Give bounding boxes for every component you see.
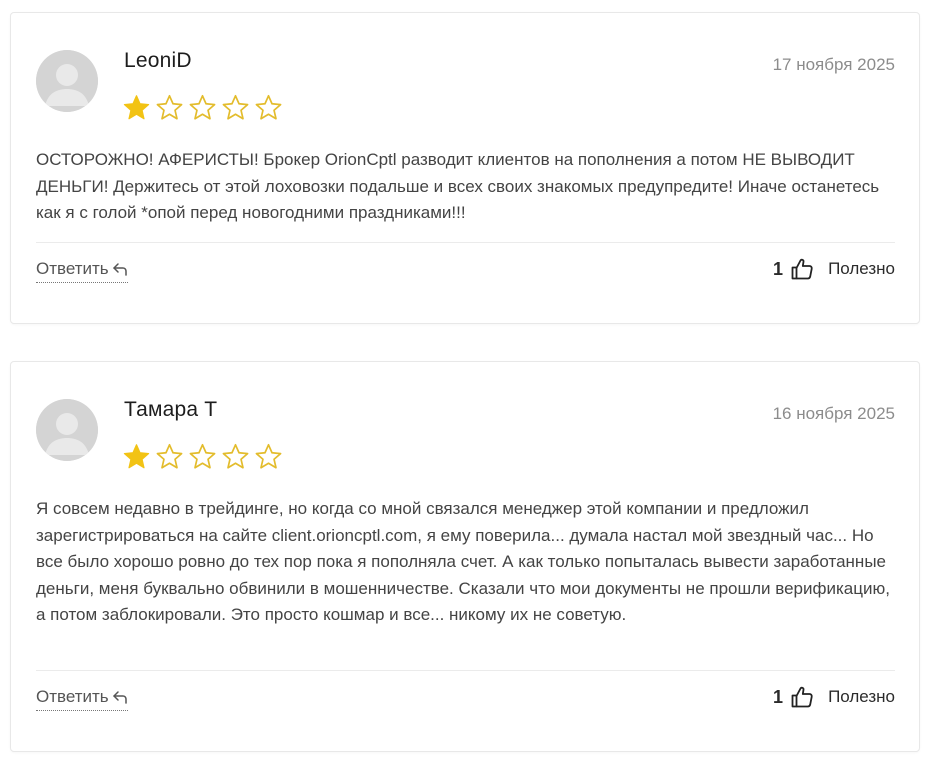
helpful-button[interactable]: Полезно	[828, 259, 895, 279]
star-empty-icon	[255, 94, 282, 120]
reply-label: Ответить	[36, 259, 109, 278]
review-text: ОСТОРОЖНО! АФЕРИСТЫ! Брокер OrionCptl ра…	[36, 150, 880, 222]
thumbs-up-icon[interactable]	[790, 257, 814, 281]
divider	[36, 242, 895, 243]
review-author: LeoniD	[124, 49, 192, 72]
star-filled-icon	[123, 444, 150, 469]
user-placeholder-icon	[36, 399, 98, 461]
avatar	[36, 399, 98, 461]
review-text: Я совсем недавно в трейдинге, но когда с…	[36, 499, 890, 624]
reply-button[interactable]: Ответить	[36, 259, 128, 283]
avatar	[36, 50, 98, 112]
star-empty-icon	[156, 443, 183, 469]
review-date: 16 ноября 2025	[772, 404, 895, 423]
star-filled-icon	[123, 95, 150, 120]
reply-arrow-icon	[112, 691, 127, 704]
reply-arrow-icon	[112, 263, 127, 276]
helpful-group: 1 Полезно	[773, 685, 895, 709]
divider	[36, 670, 895, 671]
review-date: 17 ноября 2025	[772, 55, 895, 74]
helpful-button[interactable]: Полезно	[828, 687, 895, 707]
star-rating	[122, 442, 283, 471]
helpful-group: 1 Полезно	[773, 257, 895, 281]
thumbs-up-icon[interactable]	[790, 685, 814, 709]
like-count: 1	[773, 258, 784, 279]
review-card: Тамара Т 16 ноября 2025 Я совсем недавно…	[10, 361, 920, 752]
user-placeholder-icon	[36, 50, 98, 112]
star-empty-icon	[156, 94, 183, 120]
star-rating	[122, 93, 283, 122]
star-empty-icon	[189, 443, 216, 469]
reply-button[interactable]: Ответить	[36, 687, 128, 711]
star-empty-icon	[189, 94, 216, 120]
reply-label: Ответить	[36, 687, 109, 706]
star-empty-icon	[222, 443, 249, 469]
review-author: Тамара Т	[124, 398, 218, 421]
star-empty-icon	[255, 443, 282, 469]
review-card: LeoniD 17 ноября 2025 ОСТОРОЖНО! АФЕРИСТ…	[10, 12, 920, 324]
star-empty-icon	[222, 94, 249, 120]
like-count: 1	[773, 686, 784, 707]
